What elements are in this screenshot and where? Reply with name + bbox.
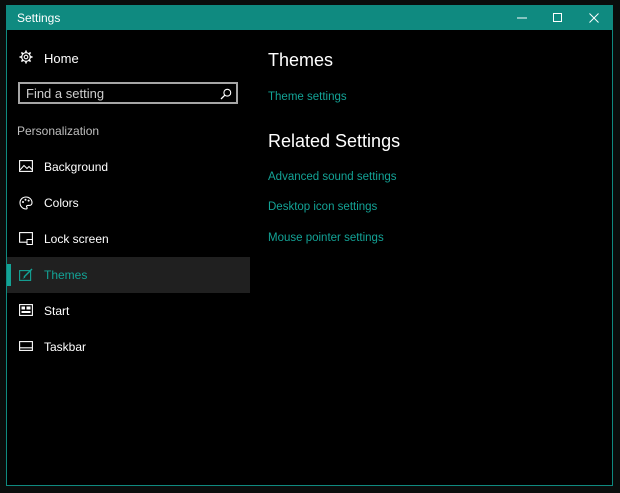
search-icon[interactable] [220, 87, 232, 105]
taskbar-icon [19, 340, 33, 354]
lock-screen-icon [19, 232, 33, 248]
desktop-icon-settings-link[interactable]: Desktop icon settings [268, 201, 377, 213]
settings-window: Settings Home Find a setting Personaliza… [6, 5, 613, 486]
related-settings-heading: Related Settings [268, 131, 401, 151]
sidebar: Home Personalization Background [7, 30, 250, 485]
sidebar-item-label: Themes [44, 268, 88, 282]
title-bar[interactable]: Settings [7, 6, 612, 30]
sidebar-item-lock-screen[interactable]: Lock screen [7, 221, 250, 257]
theme-settings-link[interactable]: Theme settings [268, 91, 347, 103]
sidebar-item-background[interactable]: Background [7, 149, 250, 185]
close-icon [589, 13, 599, 23]
start-menu-icon [19, 304, 33, 319]
close-button[interactable] [576, 6, 612, 30]
sidebar-item-themes[interactable]: Themes [7, 257, 250, 293]
maximize-icon [553, 13, 562, 22]
selection-indicator [7, 264, 11, 286]
main-content: Themes Theme settings Related Settings A… [268, 30, 612, 485]
brush-icon [19, 268, 33, 284]
sidebar-item-label: Lock screen [44, 232, 109, 246]
sidebar-item-label: Background [44, 160, 109, 174]
section-label: Personalization [17, 124, 100, 138]
maximize-button[interactable] [540, 6, 576, 30]
minimize-icon [517, 17, 527, 19]
minimize-button[interactable] [504, 6, 540, 30]
themes-heading: Themes [268, 50, 334, 70]
home-nav-item[interactable]: Home [7, 44, 250, 72]
sidebar-item-colors[interactable]: Colors [7, 185, 250, 221]
sidebar-item-start[interactable]: Start [7, 293, 250, 329]
gear-icon [19, 50, 33, 67]
home-label: Home [44, 51, 79, 66]
search-box[interactable] [18, 82, 238, 104]
sidebar-item-label: Colors [44, 196, 79, 210]
palette-icon [19, 196, 33, 213]
sidebar-item-label: Start [44, 304, 70, 318]
nav-list: Background Colors Lock screen Themes Sta… [7, 149, 250, 365]
advanced-sound-settings-link[interactable]: Advanced sound settings [268, 171, 397, 183]
sidebar-item-taskbar[interactable]: Taskbar [7, 329, 250, 365]
mouse-pointer-settings-link[interactable]: Mouse pointer settings [268, 232, 384, 244]
search-input[interactable] [26, 85, 216, 101]
sidebar-item-label: Taskbar [44, 340, 87, 354]
image-icon [19, 160, 33, 175]
window-title: Settings [17, 11, 61, 25]
